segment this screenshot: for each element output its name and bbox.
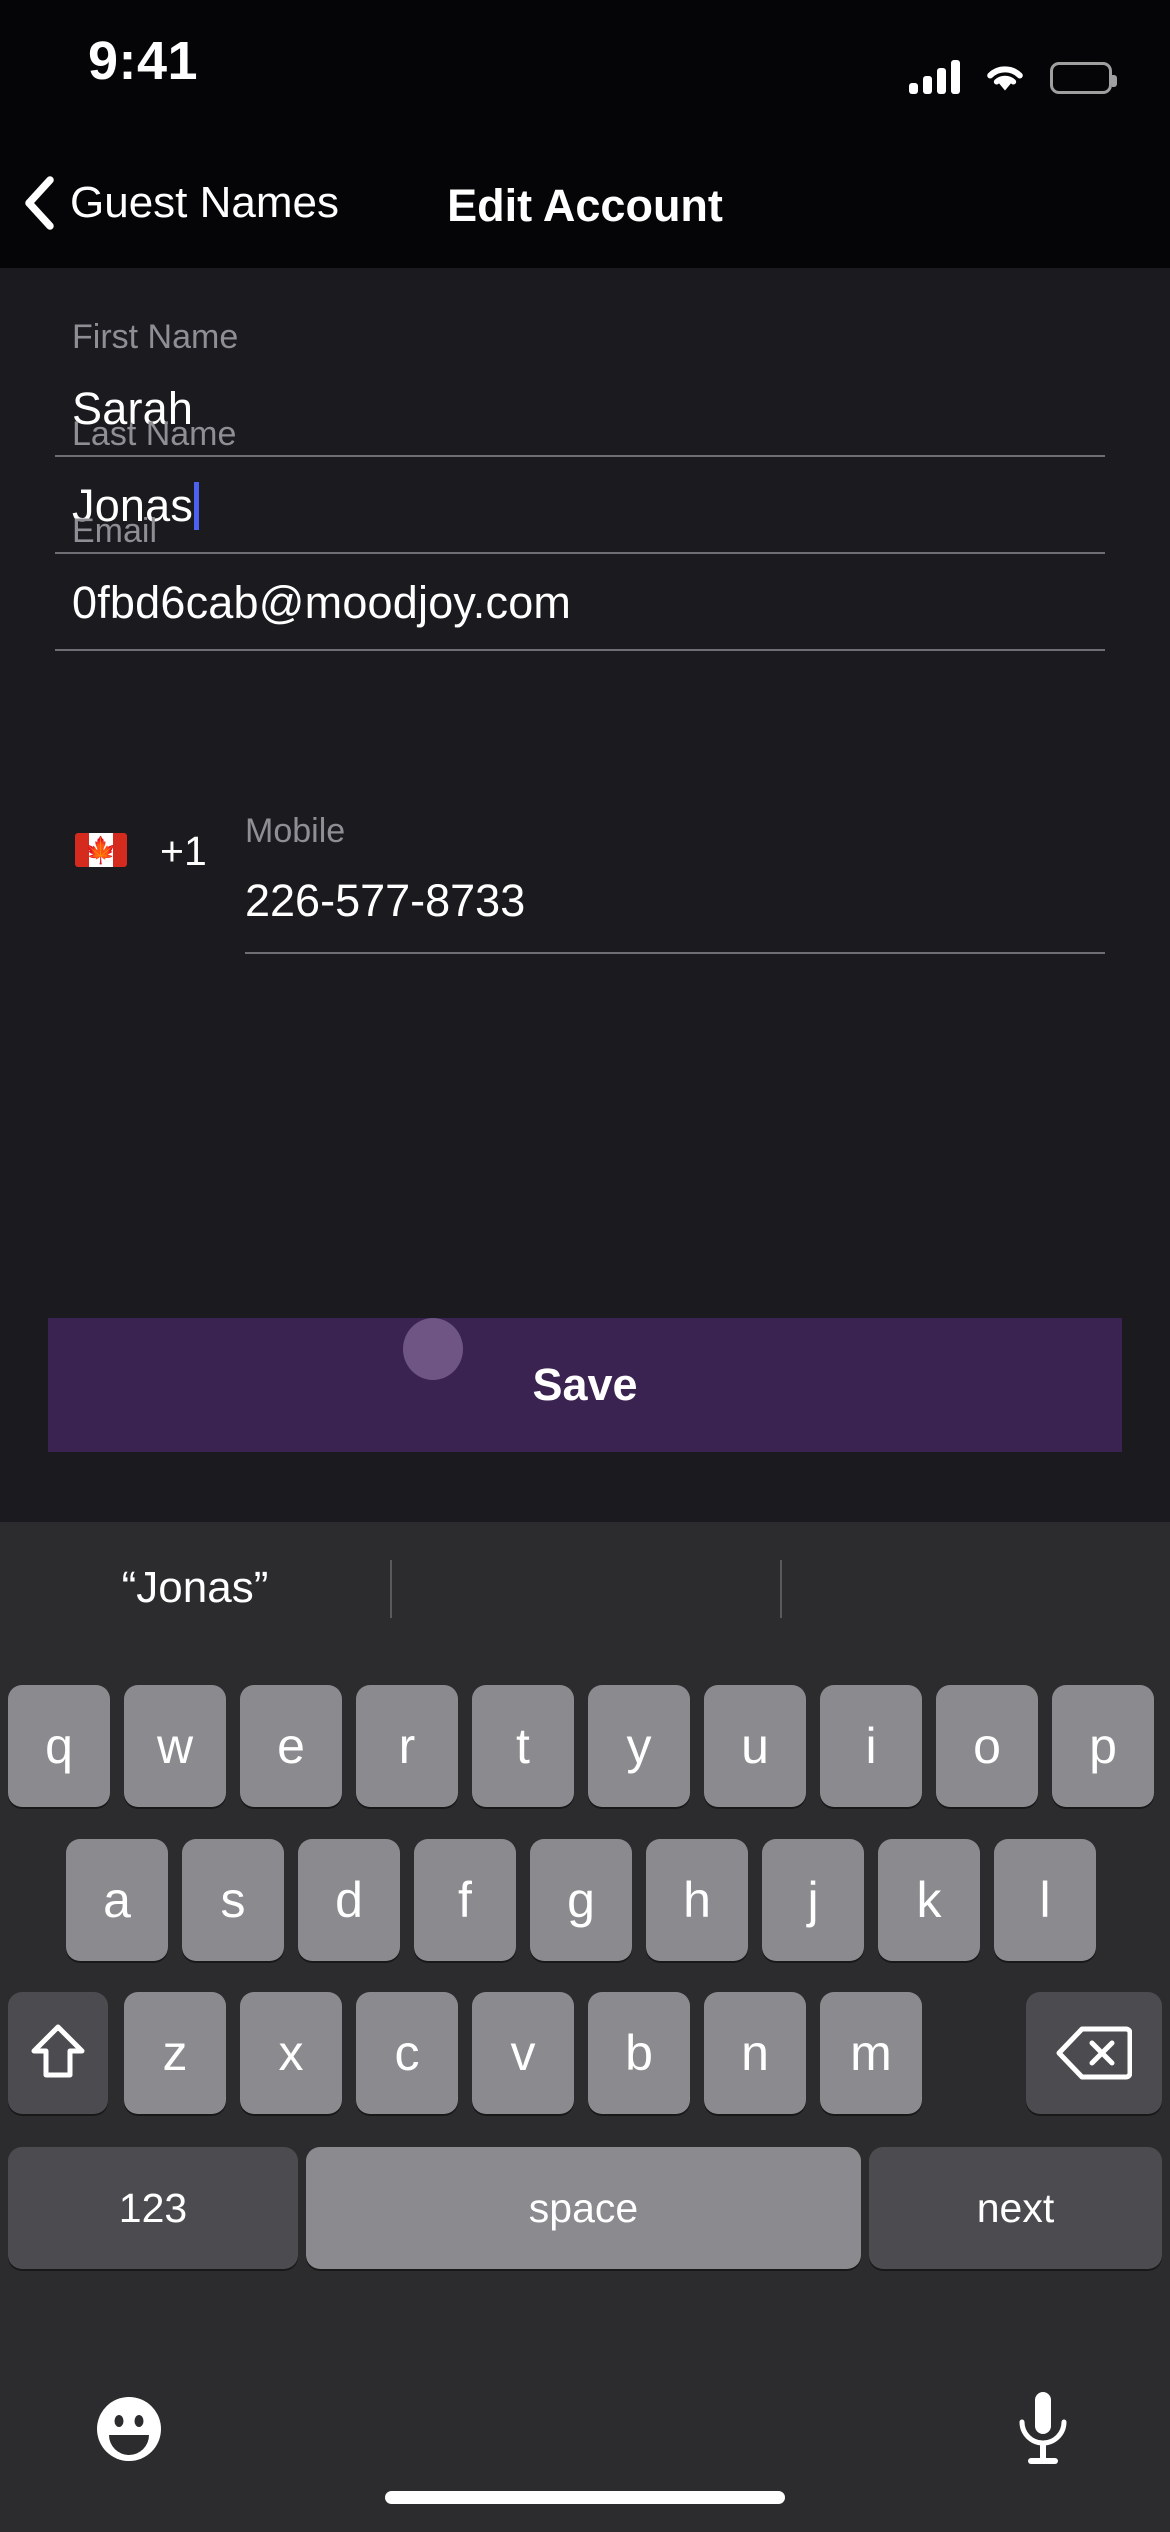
navigation-bar: Guest Names Edit Account xyxy=(0,150,1170,268)
prediction-slot-1[interactable]: “Jonas” xyxy=(0,1522,390,1654)
key-v[interactable]: v xyxy=(472,1992,574,2114)
space-key[interactable]: space xyxy=(306,2147,861,2269)
key-u[interactable]: u xyxy=(704,1685,806,1807)
key-b[interactable]: b xyxy=(588,1992,690,2114)
email-field[interactable]: Email 0fbd6cab@moodjoy.com xyxy=(55,512,1106,651)
key-f[interactable]: f xyxy=(414,1839,516,1961)
key-w[interactable]: w xyxy=(124,1685,226,1807)
key-z[interactable]: z xyxy=(124,1992,226,2114)
email-input[interactable]: 0fbd6cab@moodjoy.com xyxy=(72,577,571,629)
key-d[interactable]: d xyxy=(298,1839,400,1961)
mobile-underline xyxy=(245,952,1105,954)
key-j[interactable]: j xyxy=(762,1839,864,1961)
key-e[interactable]: e xyxy=(240,1685,342,1807)
shift-arrow-icon xyxy=(31,2024,85,2078)
prediction-slot-2[interactable] xyxy=(392,1522,780,1654)
key-g[interactable]: g xyxy=(530,1839,632,1961)
key-y[interactable]: y xyxy=(588,1685,690,1807)
prediction-slot-3[interactable] xyxy=(782,1522,1170,1654)
mobile-input[interactable]: 226-577-8733 xyxy=(245,875,525,927)
key-k[interactable]: k xyxy=(878,1839,980,1961)
status-bar: 9:41 xyxy=(0,0,1170,150)
numbers-key[interactable]: 123 xyxy=(8,2147,298,2269)
home-indicator xyxy=(385,2491,785,2504)
key-x[interactable]: x xyxy=(240,1992,342,2114)
key-p[interactable]: p xyxy=(1052,1685,1154,1807)
page-title: Edit Account xyxy=(447,180,723,231)
key-h[interactable]: h xyxy=(646,1839,748,1961)
save-button[interactable] xyxy=(48,1318,1122,1452)
canada-flag-icon[interactable]: 🍁 xyxy=(75,833,127,867)
key-q[interactable]: q xyxy=(8,1685,110,1807)
return-key[interactable]: next xyxy=(869,2147,1162,2269)
key-i[interactable]: i xyxy=(820,1685,922,1807)
email-underline xyxy=(55,649,1105,651)
shift-key[interactable] xyxy=(8,1992,108,2114)
touch-indicator xyxy=(403,1318,463,1380)
backspace-icon xyxy=(1056,2026,1132,2080)
key-m[interactable]: m xyxy=(820,1992,922,2114)
wifi-icon xyxy=(987,66,1023,91)
backspace-key[interactable] xyxy=(1026,1992,1162,2114)
key-t[interactable]: t xyxy=(472,1685,574,1807)
mobile-label: Mobile xyxy=(245,812,346,850)
key-o[interactable]: o xyxy=(936,1685,1038,1807)
status-bar-time: 9:41 xyxy=(88,31,199,91)
microphone-icon[interactable] xyxy=(1010,2390,1076,2468)
status-bar-icons xyxy=(909,48,1117,94)
maple-leaf-glyph: 🍁 xyxy=(84,835,118,865)
last-name-label: Last Name xyxy=(72,415,237,453)
key-r[interactable]: r xyxy=(356,1685,458,1807)
predictive-text-bar: “Jonas” xyxy=(0,1522,1170,1654)
key-l[interactable]: l xyxy=(994,1839,1096,1961)
key-c[interactable]: c xyxy=(356,1992,458,2114)
email-label: Email xyxy=(72,512,158,550)
on-screen-keyboard: “Jonas” qwertyuiop asdfghjkl zxcvbnm 123… xyxy=(0,1522,1170,2532)
cellular-signal-icon xyxy=(909,60,960,94)
first-name-label: First Name xyxy=(72,318,239,356)
battery-full-icon xyxy=(1050,62,1117,94)
emoji-smiley-icon[interactable] xyxy=(95,2395,163,2463)
key-a[interactable]: a xyxy=(66,1839,168,1961)
key-n[interactable]: n xyxy=(704,1992,806,2114)
phone-screen: 9:41 Guest Names Edit Account First Name… xyxy=(0,0,1170,2532)
country-code[interactable]: +1 xyxy=(160,828,207,875)
key-s[interactable]: s xyxy=(182,1839,284,1961)
